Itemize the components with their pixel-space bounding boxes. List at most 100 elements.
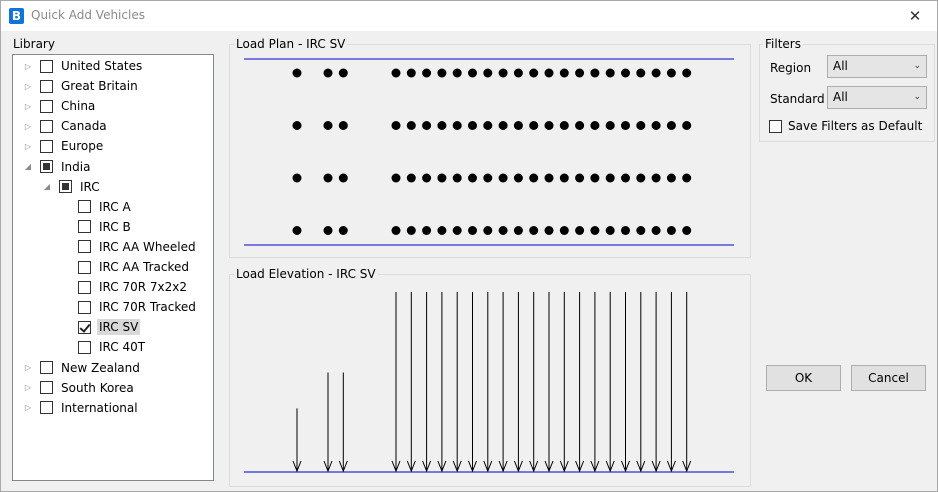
- tree-item[interactable]: ◢ India: [23, 157, 92, 177]
- app-logo-icon: B: [9, 8, 24, 24]
- wheel-dot: [391, 121, 401, 130]
- tree-item[interactable]: ▷ Canada: [23, 116, 109, 136]
- wheel-dot: [391, 68, 401, 78]
- wheel-dot: [575, 68, 585, 78]
- tree-item[interactable]: ▷ China: [23, 96, 97, 116]
- wheel-dot: [406, 121, 416, 130]
- region-select[interactable]: All ⌄: [827, 55, 927, 78]
- load-elevation-canvas: [244, 292, 734, 473]
- tree-item[interactable]: ▷ International: [23, 398, 140, 418]
- tree-item-label: New Zealand: [61, 360, 140, 375]
- tree-item-checkbox[interactable]: [78, 240, 91, 254]
- collapse-arrow-icon[interactable]: ◢: [23, 162, 33, 172]
- wheel-dot: [651, 68, 661, 78]
- tree-item-label: IRC 70R 7x2x2: [99, 280, 188, 295]
- load-plan-label: Load Plan - IRC SV: [234, 37, 348, 51]
- expand-arrow-icon[interactable]: ▷: [23, 141, 33, 151]
- filters-label: Filters: [763, 37, 803, 51]
- tree-item-label: IRC AA Wheeled: [99, 239, 196, 254]
- tree-item-label: IRC 40T: [99, 340, 146, 355]
- expand-arrow-icon[interactable]: ▷: [23, 61, 33, 71]
- tree-item-checkbox[interactable]: [40, 401, 53, 415]
- tree-item-checkbox[interactable]: [40, 99, 53, 113]
- wheel-dot: [323, 121, 333, 130]
- tree-item-checkbox[interactable]: [78, 200, 91, 214]
- wheel-dot: [406, 68, 416, 78]
- wheel-dot: [682, 68, 692, 78]
- wheel-dot: [483, 121, 493, 130]
- tree-item[interactable]: ▷ South Korea: [23, 378, 136, 398]
- region-label: Region: [770, 61, 812, 75]
- save-filters-default-checkbox[interactable]: Save Filters as Default: [769, 119, 922, 133]
- wheel-dot: [437, 173, 447, 183]
- wheel-dot: [422, 121, 432, 130]
- wheel-dot: [513, 226, 523, 235]
- tree-item-checkbox[interactable]: [40, 139, 53, 153]
- tree-item[interactable]: ▷ United States: [23, 56, 144, 76]
- tree-item[interactable]: ◢ IRC: [42, 177, 102, 197]
- expand-arrow-icon[interactable]: ▷: [23, 81, 33, 91]
- tree-item[interactable]: IRC 70R Tracked: [61, 297, 198, 317]
- ok-button[interactable]: OK: [766, 365, 841, 391]
- tree-item[interactable]: IRC 70R 7x2x2: [61, 277, 189, 297]
- wheel-dot: [437, 68, 447, 78]
- expand-arrow-icon[interactable]: ▷: [23, 101, 33, 111]
- tree-item-checkbox[interactable]: [78, 220, 91, 234]
- wheel-dot: [483, 226, 493, 235]
- tree-item-checkbox[interactable]: [40, 59, 53, 73]
- close-button[interactable]: ✕: [893, 1, 937, 31]
- wheel-dot: [323, 226, 333, 235]
- wheel-dot: [544, 173, 554, 183]
- library-tree[interactable]: ▷ United States ▷ Great Britain ▷ China ▷ Canad…: [12, 54, 214, 481]
- wheel-dot: [422, 173, 432, 183]
- quick-add-vehicles-window: B Quick Add Vehicles ✕ Library ▷ United S…: [0, 0, 938, 492]
- tree-item-checkbox[interactable]: [40, 119, 53, 133]
- wheel-dot: [529, 173, 539, 183]
- wheel-dot: [621, 121, 630, 130]
- tree-item[interactable]: IRC A: [61, 197, 133, 217]
- tree-item-checkbox[interactable]: [78, 260, 91, 274]
- tree-item-checkbox[interactable]: [78, 340, 91, 354]
- tree-item[interactable]: IRC B: [61, 217, 133, 237]
- expand-arrow-icon[interactable]: ▷: [23, 121, 33, 131]
- tree-item-checkbox[interactable]: [78, 300, 91, 314]
- tree-item-checkbox[interactable]: [40, 381, 53, 395]
- window-title: Quick Add Vehicles: [31, 8, 145, 22]
- tree-item-checkbox[interactable]: [40, 160, 53, 173]
- save-filters-checkbox-box[interactable]: [769, 119, 782, 133]
- title-bar[interactable]: B Quick Add Vehicles ✕: [1, 1, 937, 31]
- tree-item[interactable]: IRC AA Tracked: [61, 257, 191, 277]
- chevron-down-icon: ⌄: [913, 61, 921, 71]
- wheel-dot: [498, 121, 508, 130]
- wheel-dot: [621, 226, 630, 235]
- cancel-button[interactable]: Cancel: [851, 365, 926, 391]
- tree-item-label: United States: [61, 59, 143, 73]
- tree-item-checkbox[interactable]: [40, 361, 53, 374]
- wheel-dot: [292, 68, 302, 78]
- expand-arrow-icon[interactable]: ▷: [23, 363, 33, 373]
- load-elevation-label: Load Elevation - IRC SV: [234, 267, 378, 281]
- tree-item[interactable]: IRC AA Wheeled: [61, 237, 198, 257]
- tree-item-checkbox[interactable]: [40, 79, 53, 93]
- expand-arrow-icon[interactable]: ▷: [23, 403, 33, 413]
- tree-item[interactable]: ▷ New Zealand: [23, 358, 142, 378]
- tree-item[interactable]: ▷ Europe: [23, 136, 105, 156]
- wheel-dot: [468, 173, 477, 183]
- expand-arrow-icon[interactable]: ▷: [23, 383, 33, 393]
- wheel-dot: [323, 173, 333, 183]
- standard-select[interactable]: All ⌄: [827, 86, 927, 109]
- tree-item-label: IRC AA Tracked: [99, 260, 190, 274]
- tree-item-checkbox[interactable]: [59, 180, 72, 194]
- tree-item-label: South Korea: [61, 380, 134, 395]
- tree-item[interactable]: IRC SV: [61, 317, 141, 337]
- wheel-dot: [636, 121, 646, 130]
- collapse-arrow-icon[interactable]: ◢: [42, 182, 52, 192]
- tree-item[interactable]: ▷ Great Britain: [23, 76, 140, 96]
- save-filters-label: Save Filters as Default: [788, 119, 923, 133]
- tree-item-checkbox[interactable]: [78, 280, 91, 294]
- tree-item[interactable]: IRC 40T: [61, 337, 147, 357]
- wheel-dot: [513, 173, 523, 183]
- tree-item-label: Europe: [61, 139, 104, 154]
- tree-item-label: IRC 70R Tracked: [99, 300, 196, 315]
- tree-item-checkbox[interactable]: [78, 320, 91, 334]
